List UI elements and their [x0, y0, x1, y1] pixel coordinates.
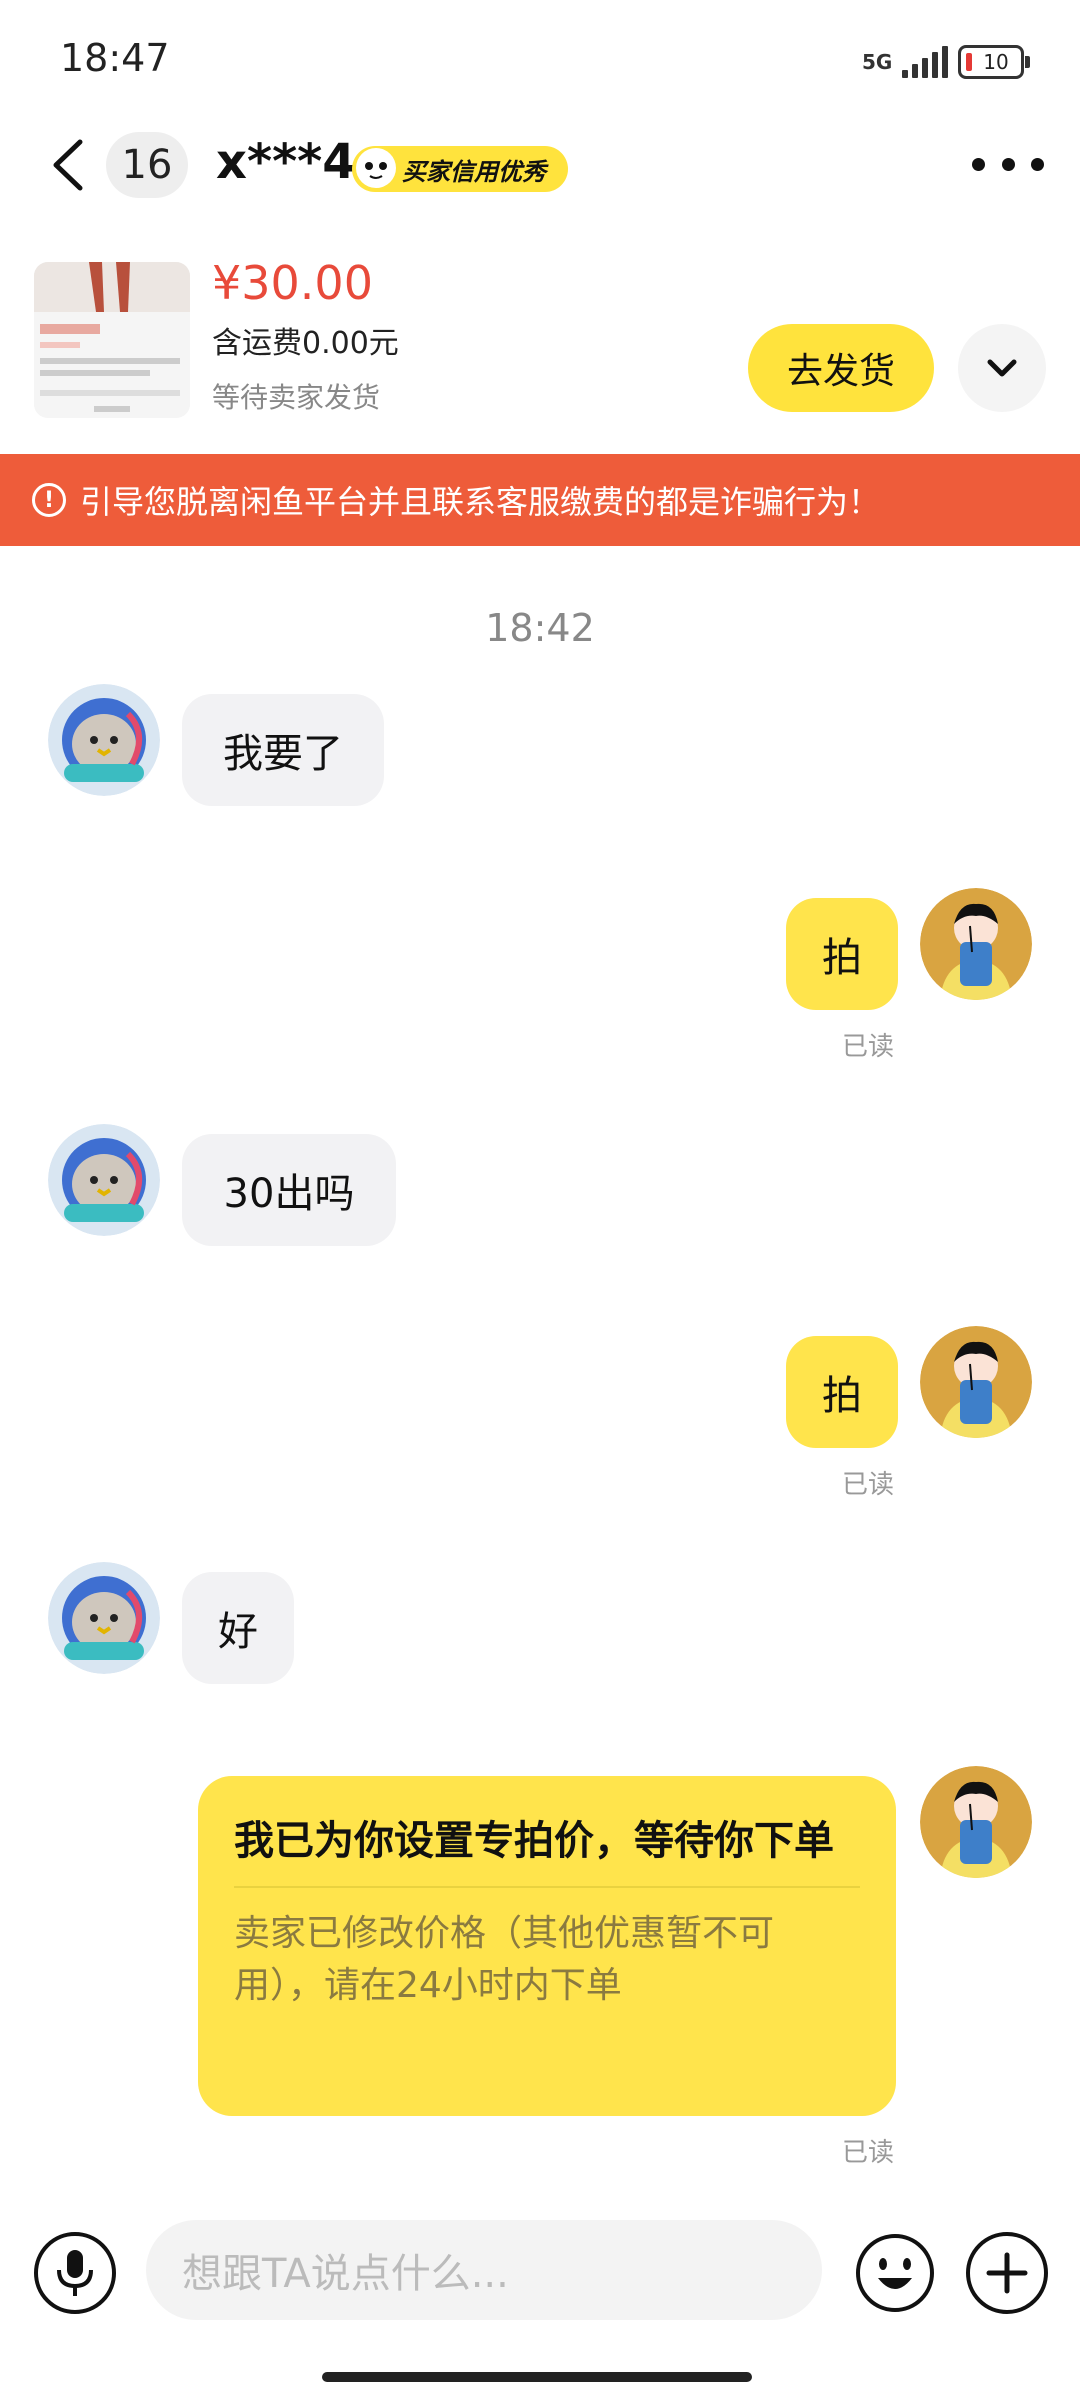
seller-avatar[interactable] [920, 1766, 1032, 1878]
read-receipt: 已读 [842, 2138, 895, 2168]
status-time: 18:47 [60, 36, 170, 80]
order-status: 等待卖家发货 [212, 381, 381, 414]
special-price-card-title: 我已为你设置专拍价，等待你下单 [234, 1818, 834, 1864]
home-indicator[interactable] [322, 2372, 752, 2382]
battery-icon: 10 [958, 45, 1030, 79]
buyer-avatar[interactable] [48, 1562, 160, 1674]
expand-button[interactable] [958, 324, 1046, 412]
message-bubble-seller[interactable]: 拍 [786, 1336, 898, 1448]
message-bubble-buyer[interactable]: 我要了 [182, 694, 384, 806]
message-bubble-buyer[interactable]: 30出吗 [182, 1134, 396, 1246]
read-receipt: 已读 [842, 1470, 895, 1500]
buyer-avatar[interactable] [48, 684, 160, 796]
mic-icon [57, 2250, 93, 2296]
status-indicators: 5G 10 [862, 40, 1030, 84]
fraud-warning-text: 引导您脱离闲鱼平台并且联系客服缴费的都是诈骗行为！ [80, 483, 881, 521]
buyer-avatar[interactable] [48, 1124, 160, 1236]
battery-level: 10 [983, 50, 1009, 74]
fraud-warning-banner: ! 引导您脱离闲鱼平台并且联系客服缴费的都是诈骗行为！ [0, 454, 1080, 546]
message-text: 30出吗 [223, 1171, 355, 1217]
card-divider [234, 1886, 860, 1888]
warning-icon: ! [32, 483, 66, 517]
special-price-card[interactable]: 我已为你设置专拍价，等待你下单 卖家已修改价格（其他优惠暂不可用），请在24小时… [198, 1776, 896, 2116]
network-type: 5G [862, 50, 893, 74]
back-icon [53, 139, 83, 191]
emoji-button[interactable] [854, 2232, 936, 2314]
special-price-card-body: 卖家已修改价格（其他优惠暂不可用），请在24小时内下单 [234, 1913, 775, 2006]
product-thumbnail[interactable] [34, 262, 190, 418]
product-shipping: 含运费0.00元 [212, 326, 399, 361]
back-button[interactable] [44, 130, 94, 200]
chevron-down-icon [987, 359, 1017, 377]
product-price: ¥30.00 [212, 256, 373, 310]
more-icon [972, 157, 985, 171]
emoji-icon [856, 2234, 934, 2312]
credit-badge-label: 买家信用优秀 [402, 157, 546, 186]
chat-timestamp: 18:42 [485, 606, 595, 650]
ship-button[interactable]: 去发货 [748, 324, 934, 412]
signal-icon [902, 46, 948, 78]
message-input-placeholder: 想跟TA说点什么... [182, 2251, 509, 2297]
more-actions-button[interactable] [966, 2232, 1048, 2314]
product-image [34, 262, 190, 418]
message-text: 我要了 [223, 731, 343, 777]
credit-face-icon [356, 148, 396, 188]
message-text: 拍 [822, 935, 862, 981]
message-text: 好 [218, 1609, 258, 1655]
plus-icon [986, 2252, 1028, 2294]
more-button[interactable] [972, 144, 1044, 184]
voice-input-button[interactable] [34, 2232, 116, 2314]
message-input[interactable]: 想跟TA说点什么... [146, 2220, 822, 2320]
read-receipt: 已读 [842, 1032, 895, 1062]
chat-partner-name[interactable]: x***4 [216, 134, 356, 190]
message-bubble-buyer[interactable]: 好 [182, 1572, 294, 1684]
message-bubble-seller[interactable]: 拍 [786, 898, 898, 1010]
seller-avatar[interactable] [920, 888, 1032, 1000]
message-text: 拍 [822, 1373, 862, 1419]
seller-avatar[interactable] [920, 1326, 1032, 1438]
unread-count-badge: 16 [106, 132, 188, 198]
